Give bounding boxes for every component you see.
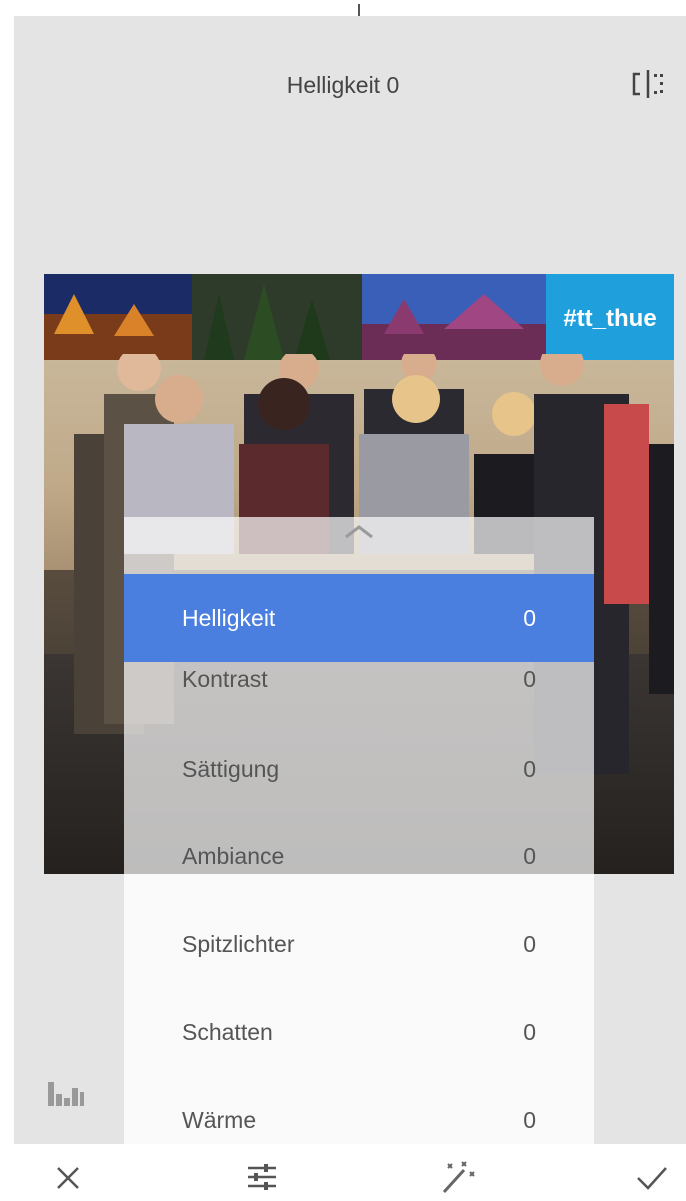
menu-item-spitzlichter[interactable]: Spitzlichter 0 <box>124 900 594 988</box>
adjust-tools-button[interactable] <box>242 1160 282 1196</box>
collapse-handle[interactable] <box>334 519 384 545</box>
histogram-button[interactable] <box>46 1080 86 1108</box>
apply-button[interactable] <box>632 1160 672 1196</box>
auto-enhance-button[interactable] <box>438 1160 478 1196</box>
histogram-icon <box>48 1082 84 1106</box>
menu-item-schatten[interactable]: Schatten 0 <box>124 988 594 1076</box>
banner-hashtag: #tt_thue <box>563 305 656 332</box>
menu-item-label: Schatten <box>182 1019 273 1045</box>
page-title: Helligkeit 0 <box>286 72 400 98</box>
menu-item-kontrast[interactable]: Kontrast 0 <box>124 635 594 723</box>
magic-wand-icon <box>442 1161 475 1194</box>
close-icon <box>57 1167 79 1189</box>
menu-item-label: Ambiance <box>182 843 285 869</box>
menu-item-value: 0 <box>523 1019 536 1045</box>
compare-icon <box>632 70 663 98</box>
chevron-up-icon <box>345 525 373 539</box>
photo-banner: #tt_thue <box>44 274 674 360</box>
menu-item-ambiance[interactable]: Ambiance 0 <box>124 812 594 900</box>
menu-item-label: Spitzlichter <box>182 931 295 957</box>
bottom-toolbar <box>0 1144 686 1200</box>
menu-item-value: 0 <box>523 1107 536 1133</box>
menu-item-value: 0 <box>523 843 536 869</box>
menu-item-value: 0 <box>523 756 536 782</box>
adjust-menu: Helligkeit 0 Kontrast 0 Sättigung 0 Ambi… <box>124 517 594 1144</box>
menu-item-value: 0 <box>523 666 536 692</box>
menu-item-saettigung[interactable]: Sättigung 0 <box>124 725 594 813</box>
menu-item-value: 0 <box>523 931 536 957</box>
menu-item-label: Sättigung <box>182 756 280 782</box>
sliders-icon <box>248 1164 276 1190</box>
menu-item-label: Wärme <box>182 1107 257 1133</box>
menu-item-waerme[interactable]: Wärme 0 <box>124 1076 594 1144</box>
menu-item-label: Kontrast <box>182 666 268 692</box>
compare-button[interactable] <box>628 66 668 102</box>
checkmark-icon <box>637 1167 667 1190</box>
cancel-button[interactable] <box>48 1160 88 1196</box>
